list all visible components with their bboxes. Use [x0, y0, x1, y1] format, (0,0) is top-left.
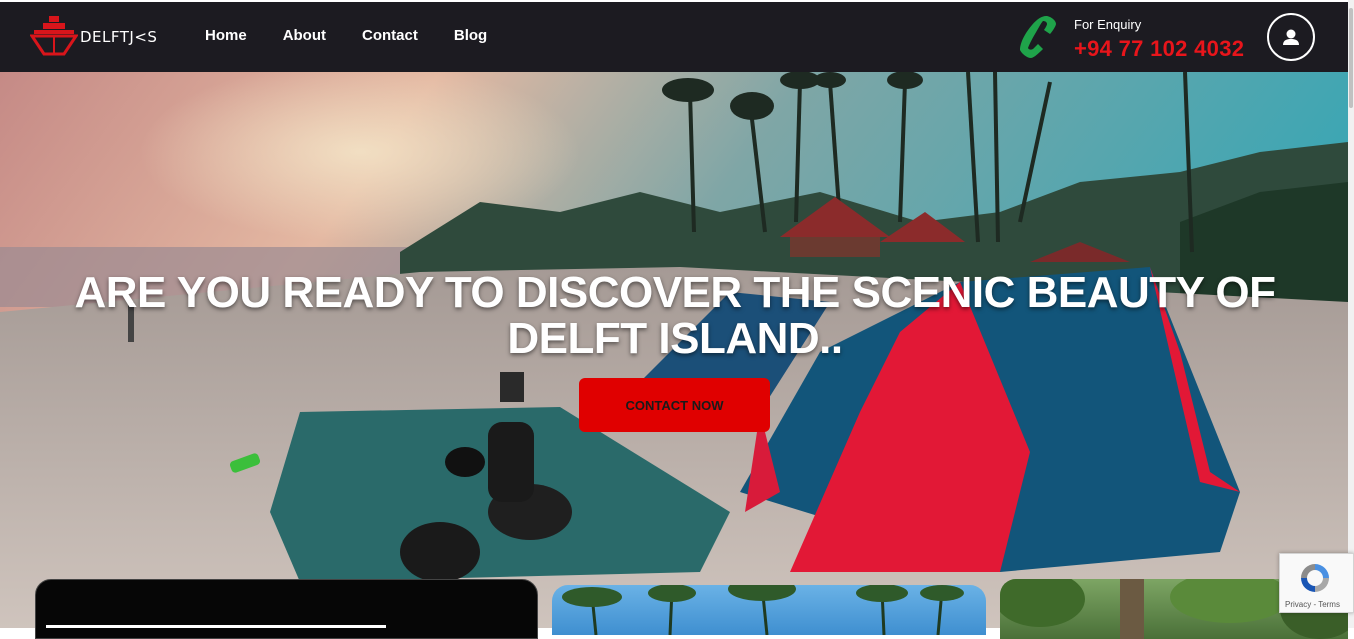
contact-now-button[interactable]: CONTACT NOW [579, 378, 770, 432]
logo[interactable]: DELFTJ<S [29, 14, 160, 60]
user-icon [1283, 29, 1299, 45]
scrollbar-thumb[interactable] [1349, 8, 1353, 108]
hero-title: ARE YOU READY TO DISCOVER THE SCENIC BEA… [74, 268, 1276, 363]
recaptcha-badge[interactable]: Privacy - Terms [1279, 553, 1354, 613]
feature-card-1[interactable] [35, 579, 538, 639]
user-account-button[interactable] [1267, 13, 1315, 61]
nav-blog[interactable]: Blog [454, 27, 487, 44]
navbar: DELFTJ<S Home About Contact Blog For Enq… [0, 2, 1348, 72]
nav-about[interactable]: About [283, 27, 326, 44]
enquiry-label: For Enquiry [1074, 17, 1142, 32]
recaptcha-privacy-terms[interactable]: Privacy - Terms [1285, 600, 1340, 609]
phone-icon [1020, 16, 1056, 58]
logo-text: DELFTJ<S [80, 28, 158, 46]
ship-logo-icon [29, 16, 79, 56]
enquiry-phone[interactable]: +94 77 102 4032 [1074, 36, 1244, 62]
nav-home[interactable]: Home [205, 27, 247, 44]
hero-section: ARE YOU READY TO DISCOVER THE SCENIC BEA… [0, 72, 1348, 628]
recaptcha-icon [1301, 564, 1329, 592]
nav-contact[interactable]: Contact [362, 27, 418, 44]
main-nav: Home About Contact Blog [205, 27, 523, 44]
